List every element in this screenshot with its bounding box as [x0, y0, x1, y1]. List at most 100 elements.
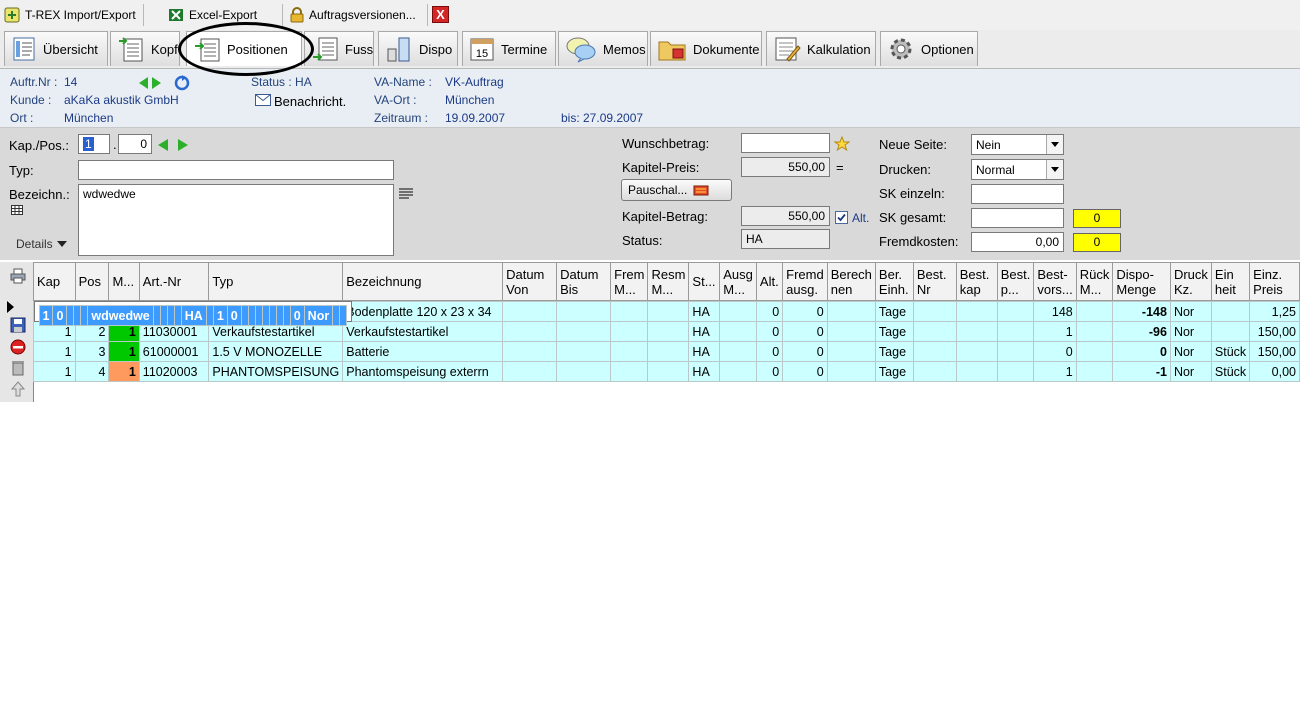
table-cell[interactable]: [1075, 321, 1114, 342]
table-cell[interactable]: [1075, 361, 1114, 382]
grid-col-header[interactable]: Ausg M...: [719, 262, 757, 301]
table-cell[interactable]: Nor: [1169, 341, 1212, 362]
tab-dokumente[interactable]: Dokumente: [650, 31, 762, 66]
grid-col-header[interactable]: M...: [108, 262, 140, 301]
skeinzeln-input[interactable]: [971, 184, 1064, 204]
table-cell[interactable]: [1210, 321, 1251, 342]
table-cell[interactable]: 1,25: [1249, 301, 1300, 322]
table-cell[interactable]: [719, 321, 757, 342]
table-cell[interactable]: [826, 321, 876, 342]
table-cell[interactable]: Stück: [1210, 341, 1251, 362]
grid-col-header[interactable]: Datum Von: [502, 262, 558, 301]
grid-col-header[interactable]: Art.-Nr: [138, 262, 210, 301]
table-cell[interactable]: 148: [1033, 301, 1077, 322]
table-cell[interactable]: 0: [755, 361, 784, 382]
table-cell[interactable]: [647, 341, 690, 362]
table-cell[interactable]: [502, 301, 558, 322]
tab-kalkulation[interactable]: Kalkulation: [766, 31, 876, 66]
table-cell[interactable]: [955, 361, 998, 382]
table-cell[interactable]: 1: [108, 361, 140, 382]
table-cell[interactable]: 1: [212, 305, 228, 326]
table-cell[interactable]: [826, 301, 876, 322]
table-cell[interactable]: [205, 305, 214, 326]
neueseite-select[interactable]: Nein: [971, 134, 1064, 155]
drucken-select[interactable]: Normal: [971, 159, 1064, 180]
table-cell[interactable]: [647, 321, 690, 342]
table-cell[interactable]: 4: [74, 361, 110, 382]
table-cell[interactable]: HA: [688, 321, 721, 342]
table-cell[interactable]: [502, 341, 558, 362]
table-cell[interactable]: Tage: [874, 341, 914, 362]
table-cell[interactable]: wdwedwe: [87, 305, 154, 326]
table-cell[interactable]: Bodenplatte 120 x 23 x 34: [342, 301, 504, 322]
table-cell[interactable]: Verkaufstestartikel: [342, 321, 504, 342]
table-cell[interactable]: -1: [1112, 361, 1171, 382]
grid-col-header[interactable]: Ber. Einh.: [874, 262, 914, 301]
table-cell[interactable]: Tage: [874, 361, 914, 382]
table-cell[interactable]: [502, 321, 558, 342]
tab-uebersicht[interactable]: Übersicht: [4, 31, 108, 66]
table-cell[interactable]: [173, 305, 182, 326]
table-cell[interactable]: [339, 305, 348, 326]
tab-termine[interactable]: 15 Termine: [462, 31, 556, 66]
grid-col-header[interactable]: Druck Kz.: [1169, 262, 1212, 301]
table-cell[interactable]: 3: [74, 341, 110, 362]
table-cell[interactable]: 0: [782, 321, 828, 342]
delete-icon[interactable]: [10, 339, 26, 355]
table-cell[interactable]: [556, 361, 612, 382]
table-cell[interactable]: Phantomspeisung exterrn: [342, 361, 504, 382]
table-cell[interactable]: 1: [1033, 361, 1077, 382]
grid-col-header[interactable]: Alt.: [755, 262, 784, 301]
tab-kopf[interactable]: Kopf: [110, 31, 180, 66]
alt-checkbox[interactable]: [835, 211, 848, 224]
table-cell[interactable]: Nor: [303, 305, 334, 326]
table-cell[interactable]: [502, 361, 558, 382]
table-cell[interactable]: Nor: [1169, 301, 1212, 322]
tab-optionen[interactable]: Optionen: [880, 31, 978, 66]
print-icon[interactable]: [10, 268, 26, 284]
table-cell[interactable]: [556, 301, 612, 322]
table-cell[interactable]: 0: [289, 305, 305, 326]
table-cell[interactable]: 0: [755, 321, 784, 342]
bezeichnung-textarea[interactable]: wdwedwe: [78, 184, 394, 256]
table-cell[interactable]: [80, 305, 89, 326]
grid-col-header[interactable]: Kap: [33, 262, 76, 301]
table-cell[interactable]: [912, 341, 957, 362]
table-cell[interactable]: [826, 341, 876, 362]
table-cell[interactable]: 0: [782, 361, 828, 382]
fremdkosten-input[interactable]: 0,00: [971, 232, 1064, 252]
table-row[interactable]: 1 3 1 61000001 1.5 V MONOZELLE Batterie HA 0 0 Ta…: [33, 341, 1300, 362]
table-cell[interactable]: PHANTOMSPEISUNG: [208, 361, 344, 382]
table-cell[interactable]: Tage: [874, 321, 914, 342]
pos-input[interactable]: 0: [118, 134, 152, 154]
table-cell[interactable]: [159, 305, 168, 326]
table-cell[interactable]: [556, 321, 612, 342]
table-cell[interactable]: 61000001: [138, 341, 210, 362]
table-cell[interactable]: 0: [1112, 341, 1171, 362]
table-cell[interactable]: 0: [1033, 341, 1077, 362]
table-cell[interactable]: 0: [226, 305, 242, 326]
table-cell[interactable]: HA: [688, 361, 721, 382]
tab-positionen[interactable]: Positionen: [186, 31, 302, 66]
auftragsversionen-button[interactable]: Auftragsversionen...: [290, 4, 428, 26]
table-cell[interactable]: [826, 361, 876, 382]
table-icon[interactable]: [11, 205, 23, 215]
table-cell[interactable]: [719, 301, 757, 322]
grid-col-header[interactable]: Datum Bis: [556, 262, 612, 301]
grid-col-header[interactable]: Dispo- Menge: [1112, 262, 1171, 301]
table-cell[interactable]: [647, 301, 690, 322]
table-cell[interactable]: 0: [782, 301, 828, 322]
table-cell[interactable]: [73, 305, 82, 326]
details-toggle[interactable]: Details: [16, 237, 67, 251]
wunsch-input[interactable]: [741, 133, 830, 153]
table-cell[interactable]: [1210, 301, 1251, 322]
tab-fuss[interactable]: Fuss: [304, 31, 374, 66]
grid-col-header[interactable]: Pos: [74, 262, 110, 301]
trash-icon[interactable]: [11, 360, 25, 376]
table-cell[interactable]: 0: [755, 301, 784, 322]
grid-col-header[interactable]: Best. p...: [996, 262, 1035, 301]
pauschal-button[interactable]: Pauschal...: [621, 179, 732, 201]
table-cell[interactable]: HA: [688, 301, 721, 322]
table-cell[interactable]: [610, 321, 649, 342]
star-icon[interactable]: [834, 136, 850, 152]
